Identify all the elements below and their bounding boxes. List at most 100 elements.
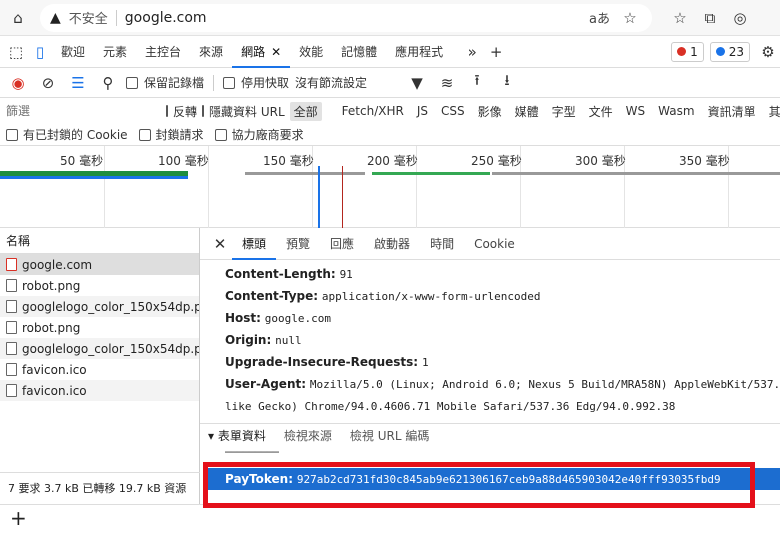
request-name: robot.png bbox=[22, 278, 81, 293]
error-count-badge[interactable]: 1 bbox=[671, 41, 704, 62]
request-row[interactable]: googlelogo_color_150x54dp.p... bbox=[0, 338, 199, 359]
blocked-requests-label: 封鎖請求 bbox=[155, 128, 204, 142]
request-row[interactable]: robot.png bbox=[0, 275, 199, 296]
request-name: favicon.ico bbox=[22, 383, 87, 398]
tab-sources[interactable]: 來源 bbox=[190, 36, 232, 68]
filter-type-other[interactable]: 其他 bbox=[765, 102, 780, 121]
tab-elements[interactable]: 元素 bbox=[94, 36, 136, 68]
home-icon[interactable]: ⌂ bbox=[6, 6, 30, 30]
tab-headers[interactable]: 標頭 bbox=[232, 228, 277, 260]
network-conditions-icon[interactable]: ≋ bbox=[435, 71, 459, 95]
details-tabbar: ✕ 標頭 預覽 回應 啟動器 時間 Cookie bbox=[200, 228, 780, 260]
add-favorite-icon[interactable]: ☆ bbox=[618, 6, 642, 30]
filter-type-css[interactable]: CSS bbox=[437, 103, 469, 119]
tab-preview[interactable]: 預覽 bbox=[276, 228, 320, 260]
throttling-select[interactable]: 沒有節流設定 bbox=[295, 74, 399, 91]
tab-network-label: 網路 bbox=[241, 44, 266, 59]
view-source-link[interactable]: 檢視來源 bbox=[284, 424, 332, 448]
form-data-title: 表單資料 bbox=[217, 428, 266, 443]
timeline-tick-label: 300 毫秒 bbox=[575, 154, 626, 168]
tab-initiator[interactable]: 啟動器 bbox=[364, 228, 420, 260]
blocked-cookies-checkbox[interactable] bbox=[6, 128, 18, 141]
add-panel-icon[interactable]: + bbox=[10, 506, 27, 530]
tab-network[interactable]: 網路 ✕ bbox=[232, 36, 291, 68]
filter-type-img[interactable]: 影像 bbox=[474, 102, 506, 121]
filter-type-media[interactable]: 媒體 bbox=[511, 102, 543, 121]
tab-console[interactable]: 主控台 bbox=[136, 36, 190, 68]
invert-checkbox[interactable] bbox=[166, 105, 168, 117]
tab-application[interactable]: 應用程式 bbox=[386, 36, 452, 68]
tab-cookies[interactable]: Cookie bbox=[464, 228, 525, 260]
filter-type-all[interactable]: 全部 bbox=[289, 101, 322, 121]
timeline-tick-label: 250 毫秒 bbox=[471, 154, 522, 168]
form-data-section-header: ▾ 表單資料 檢視來源 檢視 URL 編碼 bbox=[200, 423, 780, 447]
request-row[interactable]: googlelogo_color_150x54dp.p... bbox=[0, 296, 199, 317]
export-har-icon[interactable]: ⭳ bbox=[495, 71, 519, 95]
close-icon[interactable]: ✕ bbox=[271, 45, 281, 59]
request-row-google-com[interactable]: google.com bbox=[0, 254, 199, 275]
request-row[interactable]: robot.png bbox=[0, 317, 199, 338]
filter-icon[interactable]: ☰ bbox=[66, 71, 90, 95]
tab-welcome[interactable]: 歡迎 bbox=[52, 36, 94, 68]
request-row[interactable]: favicon.ico bbox=[0, 359, 199, 380]
network-overview-timeline[interactable]: 50 毫秒 100 毫秒 150 毫秒 200 毫秒 250 毫秒 300 毫秒… bbox=[0, 146, 780, 228]
request-summary-status: 7 要求 3.7 kB 已轉移 19.7 kB 資源 bbox=[0, 472, 200, 504]
request-list: 名稱 google.com robot.png googlelogo_color… bbox=[0, 228, 200, 504]
filter-type-wasm[interactable]: Wasm bbox=[654, 103, 698, 119]
message-count-badge[interactable]: 23 bbox=[709, 41, 750, 62]
disable-cache-checkbox[interactable] bbox=[223, 76, 236, 89]
filter-type-doc[interactable]: 文件 bbox=[585, 102, 617, 121]
collections-icon[interactable]: ⧉ bbox=[698, 6, 722, 30]
tab-response[interactable]: 回應 bbox=[320, 228, 364, 260]
request-name: google.com bbox=[22, 257, 93, 272]
more-tabs-icon[interactable]: » bbox=[460, 40, 484, 64]
tab-memory[interactable]: 記憶體 bbox=[332, 36, 386, 68]
blocked-requests-checkbox[interactable] bbox=[138, 128, 151, 141]
header-value: like Gecko) Chrome/94.0.4606.71 Mobile S… bbox=[225, 400, 676, 413]
form-data-toggle[interactable]: ▾ 表單資料 bbox=[208, 424, 266, 448]
view-url-encoded-link[interactable]: 檢視 URL 編碼 bbox=[350, 424, 429, 448]
caret-down-icon: ▾ bbox=[208, 428, 215, 443]
filter-type-fetch-xhr[interactable]: Fetch/XHR bbox=[338, 103, 408, 119]
timeline-gridline bbox=[104, 146, 105, 228]
filter-type-js[interactable]: JS bbox=[413, 103, 432, 119]
profile-icon[interactable]: ◎ bbox=[728, 6, 752, 30]
settings-gear-icon[interactable]: ⚙ bbox=[756, 40, 780, 64]
message-icon bbox=[715, 47, 725, 56]
tab-timing[interactable]: 時間 bbox=[420, 228, 464, 260]
clear-icon[interactable]: ⊘ bbox=[36, 71, 60, 95]
inspect-element-icon[interactable]: ⬚ bbox=[4, 40, 28, 64]
request-row[interactable]: favicon.ico bbox=[0, 380, 199, 401]
preserve-log-checkbox[interactable] bbox=[126, 76, 138, 89]
read-aloud-icon[interactable]: aあ bbox=[589, 8, 610, 27]
filter-type-font[interactable]: 字型 bbox=[548, 102, 580, 121]
url-text[interactable]: google.com bbox=[125, 10, 581, 26]
hide-data-urls-checkbox[interactable] bbox=[202, 105, 205, 117]
timeline-bar-waiting bbox=[245, 172, 365, 175]
image-file-icon bbox=[6, 342, 17, 355]
filter-type-manifest[interactable]: 資訊清單 bbox=[704, 102, 760, 121]
hide-data-urls-label: 隱藏資料 URL bbox=[209, 104, 285, 119]
name-column-header[interactable]: 名稱 bbox=[0, 228, 199, 254]
chevron-down-icon[interactable]: ▼ bbox=[405, 71, 429, 95]
security-status[interactable]: 不安全 bbox=[69, 8, 108, 27]
filter-type-ws[interactable]: WS bbox=[622, 103, 649, 119]
domcontentloaded-marker bbox=[318, 166, 320, 228]
request-name: googlelogo_color_150x54dp.p... bbox=[22, 341, 199, 356]
third-party-checkbox[interactable] bbox=[214, 128, 227, 141]
import-har-icon[interactable]: ⭱ bbox=[465, 71, 489, 95]
search-icon[interactable]: ⚲ bbox=[96, 71, 120, 95]
blocked-cookies-label: 有已封鎖的 Cookie bbox=[23, 128, 128, 142]
add-tab-icon[interactable]: + bbox=[484, 40, 508, 64]
record-icon[interactable]: ◉ bbox=[6, 71, 30, 95]
favorites-icon[interactable]: ☆ bbox=[668, 6, 692, 30]
address-bar[interactable]: ▲ 不安全 google.com aあ ☆ bbox=[40, 3, 652, 32]
filter-input[interactable] bbox=[6, 101, 161, 121]
image-file-icon bbox=[6, 300, 17, 313]
tab-performance[interactable]: 效能 bbox=[290, 36, 332, 68]
device-emulation-icon[interactable]: ▯ bbox=[28, 40, 52, 64]
header-value: Mozilla/5.0 (Linux; Android 6.0; Nexus 5… bbox=[309, 378, 780, 391]
close-details-icon[interactable]: ✕ bbox=[208, 232, 232, 256]
header-name: Content-Length: bbox=[225, 267, 336, 281]
warning-icon[interactable]: ▲ bbox=[50, 10, 61, 26]
